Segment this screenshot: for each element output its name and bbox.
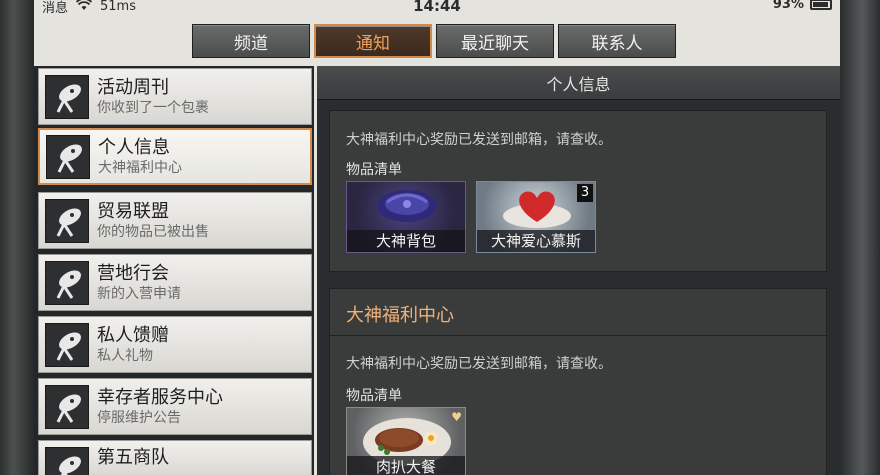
tab-label: 最近聊天 [461,33,529,54]
sidebar-item-subtitle: 新的入营申请 [97,285,181,302]
sidebar-item-personal-info[interactable]: 个人信息 大神福利中心 [38,128,312,185]
item-name: 大神爱心慕斯 [477,230,595,252]
tab-label: 通知 [356,33,390,54]
sidebar-item-subtitle: 停服维护公告 [97,409,181,426]
radar-dish-icon [45,447,89,475]
sidebar-item-trade-alliance[interactable]: 贸易联盟 你的物品已被出售 [38,192,312,249]
game-screen: 消息 51ms 14:44 93% 频道 通知 最近聊天 联系人 活动周刊 你收… [34,0,840,475]
item-name: 肉扒大餐 [347,456,465,475]
status-right: 93% [773,0,832,12]
sidebar-item-survivor-service[interactable]: 幸存者服务中心 停服维护公告 [38,378,312,435]
radar-dish-icon [45,198,89,243]
sidebar-item-private-gifts[interactable]: 私人馈赠 私人礼物 [38,316,312,373]
tab-channel[interactable]: 频道 [192,24,310,58]
battery-icon [810,0,832,10]
message-panel: 个人信息 大神福利中心奖励已发送到邮箱，请查收。 物品清单 大神背包 3 大神爱… [317,66,840,475]
sidebar-item-fifth-caravan[interactable]: 第五商队 [38,440,312,475]
item-list-label: 物品清单 [346,388,402,404]
sidebar-item-subtitle: 你的物品已被出售 [97,223,209,240]
item-list-label: 物品清单 [346,162,402,178]
sidebar-item-title: 贸易联盟 [97,200,169,222]
tab-contacts[interactable]: 联系人 [558,24,676,58]
favorite-icon: ♥ [451,410,462,424]
sidebar-item-subtitle: 大神福利中心 [98,159,182,176]
item-tile-steak-meal[interactable]: ♥ 肉扒大餐 [346,407,466,475]
item-count-badge: 3 [577,184,593,202]
tab-label: 联系人 [591,33,643,54]
sidebar-item-title: 幸存者服务中心 [97,386,223,408]
radar-dish-icon [45,74,89,119]
sidebar-item-activity-weekly[interactable]: 活动周刊 你收到了一个包裹 [38,68,312,125]
tab-bar: 频道 通知 最近聊天 联系人 [192,24,676,58]
device-bezel-right [840,0,880,475]
radar-dish-icon [45,384,89,429]
device-bezel-left [0,0,34,475]
message-card: 大神福利中心奖励已发送到邮箱，请查收。 物品清单 大神背包 3 大神爱心慕斯 [329,110,827,272]
status-bar: 消息 51ms 14:44 93% [34,0,840,20]
backpack-icon [377,190,437,222]
message-text: 大神福利中心奖励已发送到邮箱，请查收。 [346,356,612,372]
message-text: 大神福利中心奖励已发送到邮箱，请查收。 [346,132,612,148]
item-tile-love-mousse[interactable]: 3 大神爱心慕斯 [476,181,596,253]
radar-dish-icon [45,260,89,305]
tab-notifications[interactable]: 通知 [314,24,432,58]
notification-sidebar: 活动周刊 你收到了一个包裹 个人信息 大神福利中心 贸易联盟 你的物品已被出售 [34,66,314,475]
item-tile-backpack[interactable]: 大神背包 [346,181,466,253]
battery-percent: 93% [772,0,804,12]
sidebar-item-title: 活动周刊 [97,76,169,98]
sidebar-item-title: 个人信息 [98,136,170,158]
radar-dish-icon [45,322,89,367]
sidebar-item-subtitle: 你收到了一个包裹 [97,99,209,116]
message-title: 大神福利中心 [346,305,454,326]
status-time: 14:44 [413,0,461,15]
sidebar-item-subtitle: 私人礼物 [97,347,153,364]
sidebar-item-title: 营地行会 [97,262,169,284]
panel-title: 个人信息 [317,66,840,100]
sidebar-item-camp-guild[interactable]: 营地行会 新的入营申请 [38,254,312,311]
tab-label: 频道 [234,33,268,54]
radar-dish-icon [46,134,90,179]
item-name: 大神背包 [347,230,465,252]
card-divider [330,335,828,336]
message-card: 大神福利中心 大神福利中心奖励已发送到邮箱，请查收。 物品清单 ♥ 肉扒大餐 [329,288,828,475]
tab-recent-chats[interactable]: 最近聊天 [436,24,554,58]
sidebar-item-title: 私人馈赠 [97,324,169,346]
sidebar-item-title: 第五商队 [97,447,169,468]
